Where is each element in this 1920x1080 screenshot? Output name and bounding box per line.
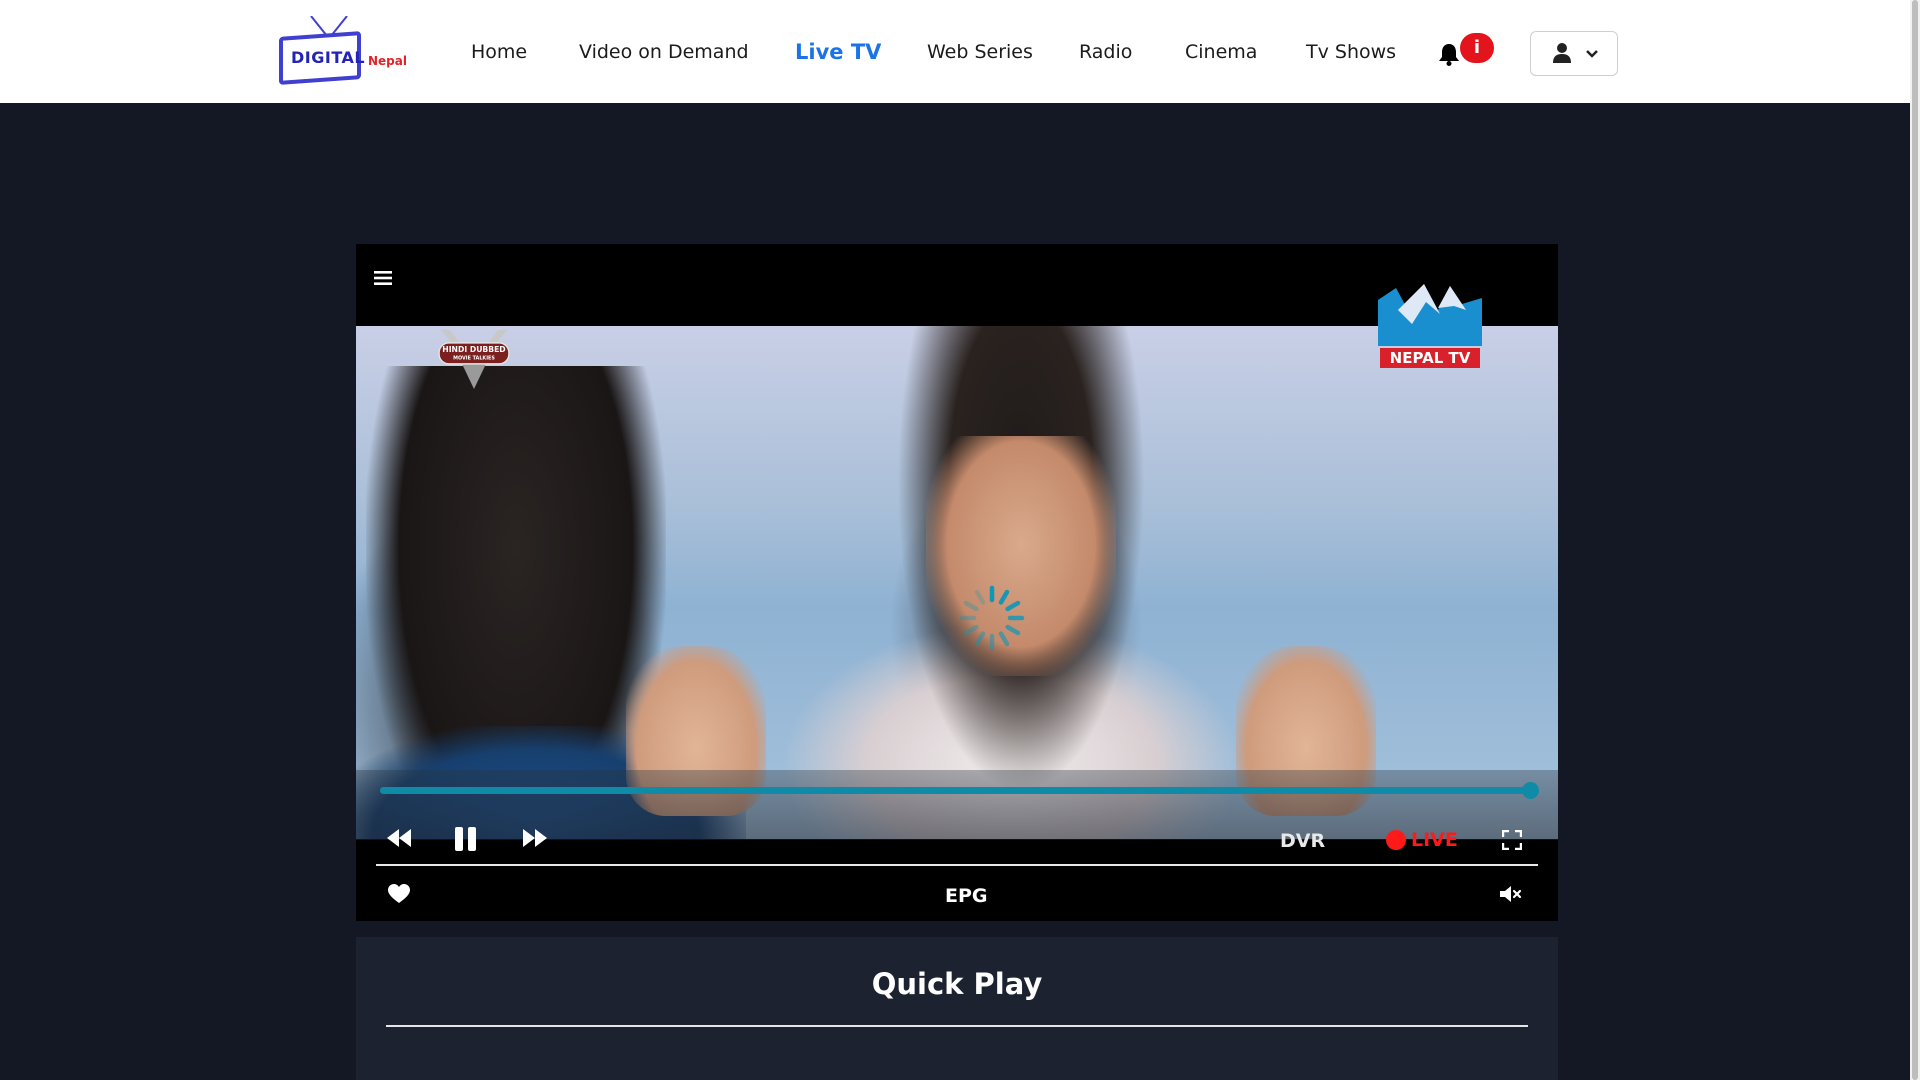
bell-icon[interactable] — [1438, 42, 1460, 66]
logo-sub-text: Nepal — [368, 54, 407, 68]
site-header: DIGITAL Nepal Home Video on Demand Live … — [0, 0, 1920, 103]
nav-radio[interactable]: Radio — [1079, 32, 1132, 72]
nav-tv-shows[interactable]: Tv Shows — [1306, 32, 1396, 72]
scrollbar-thumb[interactable] — [1912, 0, 1918, 1080]
chevron-down-icon — [1586, 50, 1598, 58]
pause-icon[interactable] — [454, 826, 478, 852]
live-label: LIVE — [1411, 829, 1458, 851]
quick-play-divider — [386, 1025, 1528, 1027]
channel-logo-text: NEPAL TV — [1390, 349, 1471, 367]
seek-bar[interactable] — [380, 782, 1539, 799]
video-player[interactable]: HINDI DUBBED MOVIE TALKIES NEPAL TV DVR … — [356, 244, 1558, 921]
live-dot-icon — [1386, 830, 1406, 850]
user-icon — [1553, 43, 1571, 63]
nav-web-series[interactable]: Web Series — [927, 32, 1033, 72]
logo-main-text: DIGITAL — [291, 48, 366, 67]
mute-icon[interactable] — [1500, 885, 1522, 903]
menu-icon[interactable] — [374, 270, 392, 286]
notification-badge[interactable]: i — [1460, 33, 1494, 63]
nav-cinema[interactable]: Cinema — [1185, 32, 1257, 72]
fullscreen-icon[interactable] — [1502, 830, 1522, 850]
seek-handle[interactable] — [1522, 782, 1539, 799]
channel-logo: NEPAL TV — [1378, 284, 1482, 368]
watermark-line1: HINDI DUBBED — [442, 345, 505, 354]
nav-home[interactable]: Home — [471, 32, 527, 72]
user-menu-button[interactable] — [1530, 31, 1618, 76]
quick-play-title: Quick Play — [871, 967, 1043, 1001]
heart-icon[interactable] — [388, 884, 410, 904]
page-scrollbar[interactable] — [1910, 0, 1920, 1080]
watermark-line2: MOVIE TALKIES — [453, 356, 495, 362]
controls-divider — [376, 864, 1538, 866]
quick-play-section: Quick Play — [356, 937, 1558, 1080]
seek-bar-fill — [380, 787, 1530, 794]
loading-spinner-icon — [959, 585, 1025, 651]
epg-button[interactable]: EPG — [945, 885, 988, 907]
rewind-icon[interactable] — [386, 828, 412, 848]
channel-watermark-logo: HINDI DUBBED MOVIE TALKIES — [438, 329, 510, 389]
dvr-button[interactable]: DVR — [1280, 830, 1325, 852]
site-logo[interactable]: DIGITAL Nepal — [277, 16, 407, 88]
nav-video-on-demand[interactable]: Video on Demand — [579, 32, 749, 72]
nav-live-tv[interactable]: Live TV — [795, 32, 881, 72]
fast-forward-icon[interactable] — [522, 828, 548, 848]
